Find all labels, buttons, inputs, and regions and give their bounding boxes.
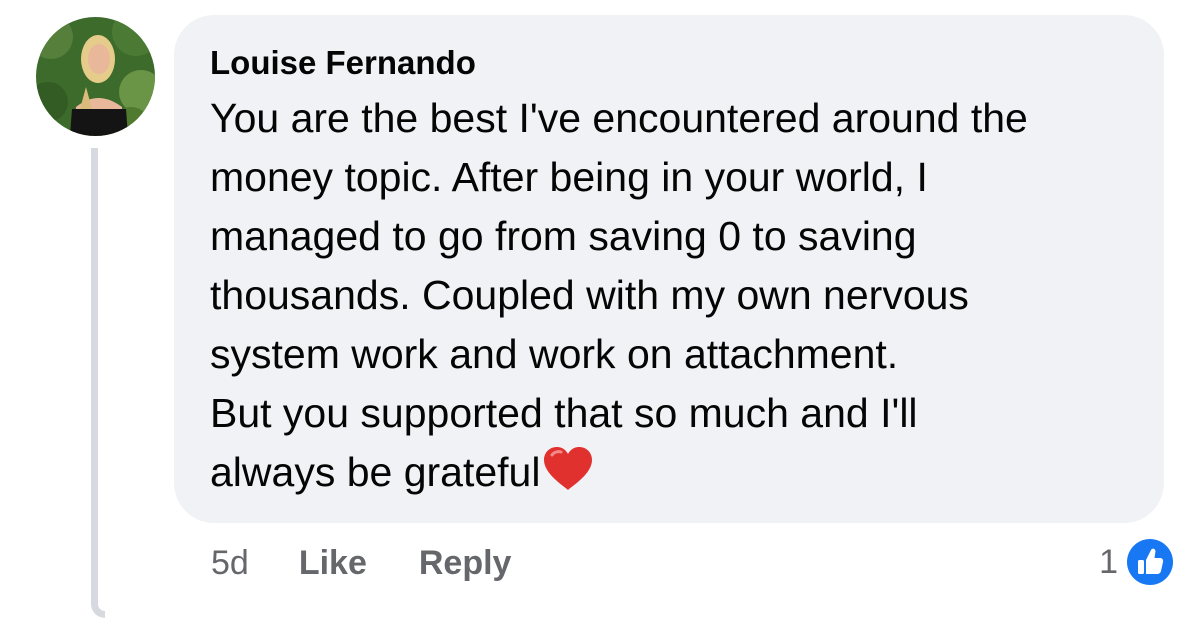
comment: Louise Fernando You are the best I've en…: [0, 0, 1200, 620]
comment-timestamp[interactable]: 5d: [211, 544, 249, 583]
comment-text-last-line: always be grateful: [210, 443, 1150, 508]
comment-text-line: thousands. Coupled with my own nervous: [210, 272, 969, 318]
avatar[interactable]: [36, 17, 155, 136]
comment-text-line: managed to go from saving 0 to saving: [210, 213, 917, 259]
reaction-count: 1: [1099, 542, 1118, 581]
comment-author[interactable]: Louise Fernando: [210, 43, 1134, 83]
comment-bubble: Louise Fernando You are the best I've en…: [174, 15, 1164, 523]
thread-line: [91, 148, 105, 618]
heart-emoji-icon: [542, 446, 594, 508]
comment-text-line: always be grateful: [210, 449, 541, 495]
reply-button[interactable]: Reply: [419, 544, 512, 583]
comment-text-line: But you supported that so much and I'll: [210, 390, 918, 436]
reaction-summary[interactable]: 1: [1099, 536, 1176, 588]
like-thumbs-up-icon: [1124, 536, 1176, 588]
comment-text: You are the best I've encountered around…: [210, 89, 1150, 508]
comment-text-line: system work and work on attachment.: [210, 331, 899, 377]
like-button[interactable]: Like: [299, 544, 367, 583]
comment-actions: 5d Like Reply: [211, 540, 563, 586]
comment-text-line: You are the best I've encountered around…: [210, 95, 1028, 141]
comment-text-line: money topic. After being in your world, …: [210, 154, 928, 200]
avatar-photo: [36, 17, 155, 136]
